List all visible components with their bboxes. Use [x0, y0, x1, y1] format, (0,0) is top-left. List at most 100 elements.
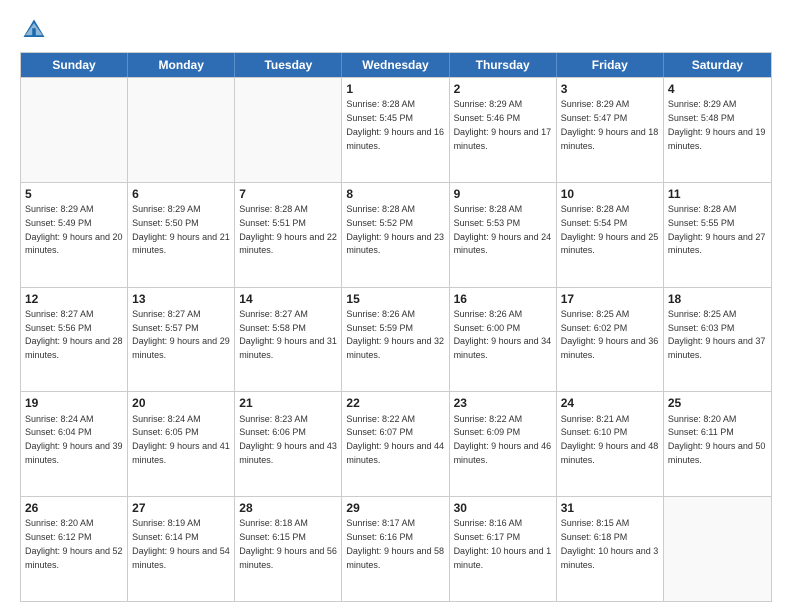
- calendar-header-sunday: Sunday: [21, 53, 128, 77]
- sunrise-text: Sunrise: 8:25 AM: [561, 309, 630, 319]
- sunrise-text: Sunrise: 8:27 AM: [239, 309, 308, 319]
- daylight-text: Daylight: 9 hours and 31 minutes.: [239, 336, 337, 360]
- sunrise-text: Sunrise: 8:28 AM: [454, 204, 523, 214]
- sunrise-text: Sunrise: 8:29 AM: [561, 99, 630, 109]
- day-number: 15: [346, 291, 444, 307]
- daylight-text: Daylight: 9 hours and 22 minutes.: [239, 232, 337, 256]
- calendar-day-2: 2Sunrise: 8:29 AMSunset: 5:46 PMDaylight…: [450, 78, 557, 182]
- sunrise-text: Sunrise: 8:29 AM: [454, 99, 523, 109]
- day-number: 6: [132, 186, 230, 202]
- day-number: 9: [454, 186, 552, 202]
- sunset-text: Sunset: 6:00 PM: [454, 323, 521, 333]
- sunset-text: Sunset: 6:12 PM: [25, 532, 92, 542]
- calendar-day-13: 13Sunrise: 8:27 AMSunset: 5:57 PMDayligh…: [128, 288, 235, 392]
- calendar-week-3: 12 Sunrise: 8:27 AM Sunset: 5:56 PM Dayligh…: [21, 287, 771, 392]
- sunset-text: Sunset: 6:09 PM: [454, 427, 521, 437]
- calendar-day-16: 16Sunrise: 8:26 AMSunset: 6:00 PMDayligh…: [450, 288, 557, 392]
- daylight-text: Daylight: 9 hours and 16 minutes.: [346, 127, 444, 151]
- day-number: 21: [239, 395, 337, 411]
- day-number: 26: [25, 500, 123, 516]
- day-number: 29: [346, 500, 444, 516]
- sunrise-text: Sunrise: 8:28 AM: [346, 204, 415, 214]
- daylight-text: Daylight: 9 hours and 48 minutes.: [561, 441, 659, 465]
- calendar-day-22: 22Sunrise: 8:22 AMSunset: 6:07 PMDayligh…: [342, 392, 449, 496]
- daylight-text: Daylight: 9 hours and 54 minutes.: [132, 546, 230, 570]
- calendar-header-thursday: Thursday: [450, 53, 557, 77]
- calendar-day-11: 11Sunrise: 8:28 AMSunset: 5:55 PMDayligh…: [664, 183, 771, 287]
- sunset-text: Sunset: 5:50 PM: [132, 218, 199, 228]
- calendar-header-wednesday: Wednesday: [342, 53, 449, 77]
- sunset-text: Sunset: 6:18 PM: [561, 532, 628, 542]
- calendar-header-saturday: Saturday: [664, 53, 771, 77]
- calendar-header-monday: Monday: [128, 53, 235, 77]
- day-number: 7: [239, 186, 337, 202]
- day-number: 14: [239, 291, 337, 307]
- daylight-text: Daylight: 10 hours and 3 minutes.: [561, 546, 659, 570]
- daylight-text: Daylight: 9 hours and 18 minutes.: [561, 127, 659, 151]
- day-number: 17: [561, 291, 659, 307]
- sunset-text: Sunset: 6:07 PM: [346, 427, 413, 437]
- calendar-day-6: 6Sunrise: 8:29 AMSunset: 5:50 PMDaylight…: [128, 183, 235, 287]
- day-number: 10: [561, 186, 659, 202]
- daylight-text: Daylight: 9 hours and 58 minutes.: [346, 546, 444, 570]
- sunset-text: Sunset: 6:02 PM: [561, 323, 628, 333]
- calendar-day-26: 26Sunrise: 8:20 AMSunset: 6:12 PMDayligh…: [21, 497, 128, 601]
- day-number: 24: [561, 395, 659, 411]
- daylight-text: Daylight: 9 hours and 17 minutes.: [454, 127, 552, 151]
- sunrise-text: Sunrise: 8:21 AM: [561, 414, 630, 424]
- sunset-text: Sunset: 5:56 PM: [25, 323, 92, 333]
- sunset-text: Sunset: 5:59 PM: [346, 323, 413, 333]
- page: SundayMondayTuesdayWednesdayThursdayFrid…: [0, 0, 792, 612]
- logo: [20, 16, 52, 44]
- calendar-day-29: 29Sunrise: 8:17 AMSunset: 6:16 PMDayligh…: [342, 497, 449, 601]
- day-number: 27: [132, 500, 230, 516]
- calendar-day-23: 23Sunrise: 8:22 AMSunset: 6:09 PMDayligh…: [450, 392, 557, 496]
- sunset-text: Sunset: 5:58 PM: [239, 323, 306, 333]
- daylight-text: Daylight: 9 hours and 24 minutes.: [454, 232, 552, 256]
- day-number: 23: [454, 395, 552, 411]
- calendar-day-15: 15Sunrise: 8:26 AMSunset: 5:59 PMDayligh…: [342, 288, 449, 392]
- sunrise-text: Sunrise: 8:26 AM: [454, 309, 523, 319]
- calendar-week-5: 26 Sunrise: 8:20 AM Sunset: 6:12 PM Dayligh…: [21, 496, 771, 601]
- sunset-text: Sunset: 6:14 PM: [132, 532, 199, 542]
- calendar-day-9: 9Sunrise: 8:28 AMSunset: 5:53 PMDaylight…: [450, 183, 557, 287]
- calendar-day-20: 20Sunrise: 8:24 AMSunset: 6:05 PMDayligh…: [128, 392, 235, 496]
- daylight-text: Daylight: 9 hours and 27 minutes.: [668, 232, 766, 256]
- calendar-header-tuesday: Tuesday: [235, 53, 342, 77]
- sunrise-text: Sunrise: 8:29 AM: [132, 204, 201, 214]
- daylight-text: Daylight: 9 hours and 37 minutes.: [668, 336, 766, 360]
- daylight-text: Daylight: 9 hours and 34 minutes.: [454, 336, 552, 360]
- calendar-week-4: 19Sunrise: 8:24 AMSunset: 6:04 PMDayligh…: [21, 391, 771, 496]
- daylight-text: Daylight: 9 hours and 56 minutes.: [239, 546, 337, 570]
- day-number: 12: [25, 291, 123, 307]
- sunrise-text: Sunrise: 8:18 AM: [239, 518, 308, 528]
- day-number: 25: [668, 395, 767, 411]
- day-number: 30: [454, 500, 552, 516]
- sunrise-text: Sunrise: 8:19 AM: [132, 518, 201, 528]
- calendar-day-1: 1Sunrise: 8:28 AMSunset: 5:45 PMDaylight…: [342, 78, 449, 182]
- sunrise-text: Sunrise: 8:15 AM: [561, 518, 630, 528]
- sunset-text: Sunset: 6:03 PM: [668, 323, 735, 333]
- sunrise-text: Sunrise: 8:20 AM: [25, 518, 94, 528]
- calendar-week-2: 5Sunrise: 8:29 AMSunset: 5:49 PMDaylight…: [21, 182, 771, 287]
- sunrise-text: Sunrise: 8:24 AM: [25, 414, 94, 424]
- sunset-text: Sunset: 5:49 PM: [25, 218, 92, 228]
- daylight-text: Daylight: 9 hours and 39 minutes.: [25, 441, 123, 465]
- day-number: 22: [346, 395, 444, 411]
- calendar-day-19: 19Sunrise: 8:24 AMSunset: 6:04 PMDayligh…: [21, 392, 128, 496]
- sunset-text: Sunset: 6:17 PM: [454, 532, 521, 542]
- calendar-day-28: 28Sunrise: 8:18 AMSunset: 6:15 PMDayligh…: [235, 497, 342, 601]
- daylight-text: Daylight: 9 hours and 28 minutes.: [25, 336, 123, 360]
- calendar-empty-cell: [235, 78, 342, 182]
- sunset-text: Sunset: 5:45 PM: [346, 113, 413, 123]
- calendar-empty-cell: [128, 78, 235, 182]
- calendar-day-4: 4Sunrise: 8:29 AMSunset: 5:48 PMDaylight…: [664, 78, 771, 182]
- day-number: 1: [346, 81, 444, 97]
- daylight-text: Daylight: 9 hours and 36 minutes.: [561, 336, 659, 360]
- calendar-day-21: 21Sunrise: 8:23 AMSunset: 6:06 PMDayligh…: [235, 392, 342, 496]
- day-number: 20: [132, 395, 230, 411]
- day-number: 8: [346, 186, 444, 202]
- daylight-text: Daylight: 9 hours and 46 minutes.: [454, 441, 552, 465]
- calendar: SundayMondayTuesdayWednesdayThursdayFrid…: [20, 52, 772, 602]
- sunrise-text: Sunrise: 8:17 AM: [346, 518, 415, 528]
